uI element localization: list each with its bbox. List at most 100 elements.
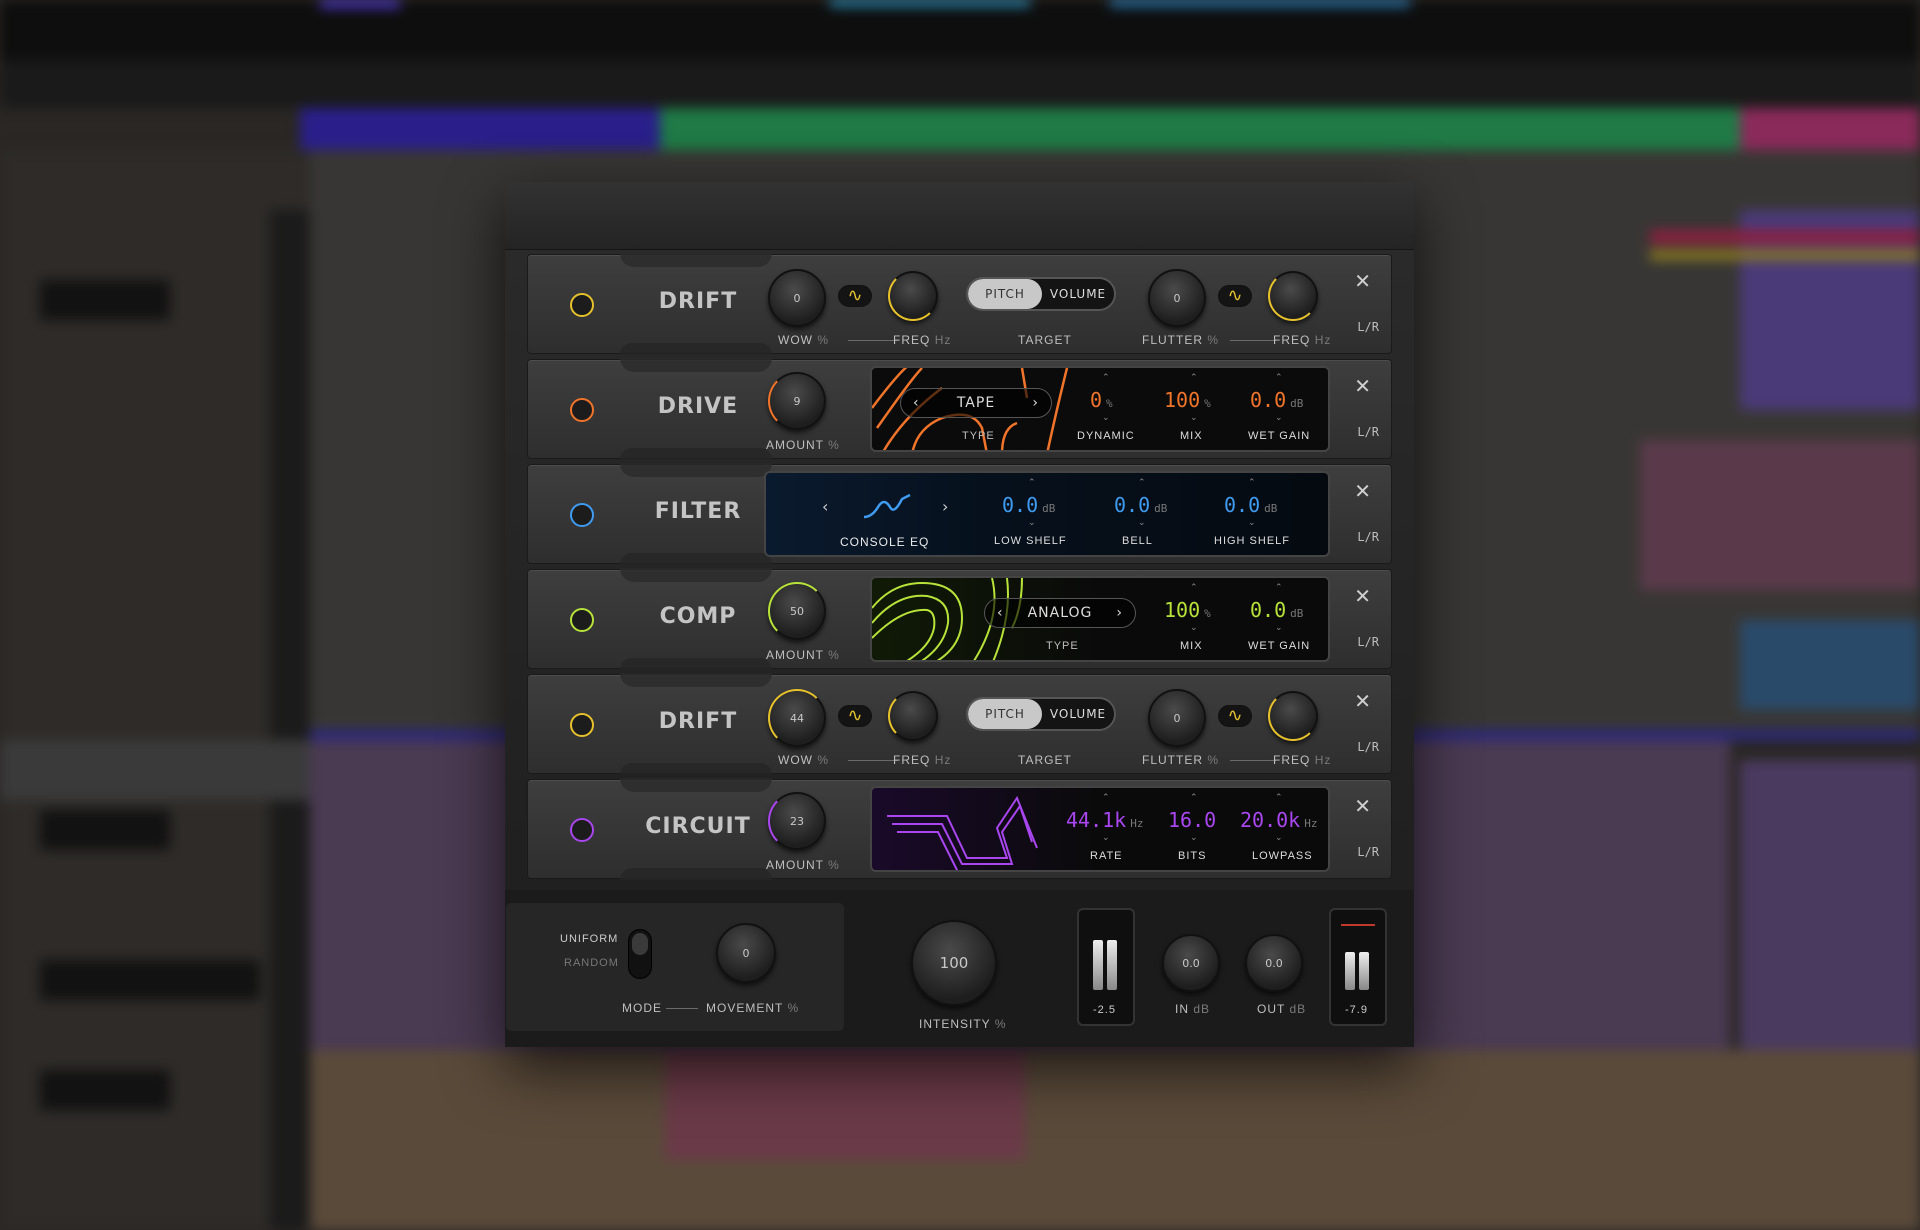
dynamic-value[interactable]: 0% bbox=[1090, 388, 1113, 412]
chevron-left-icon[interactable]: ‹ bbox=[822, 497, 828, 516]
mode-label: MODE bbox=[622, 1001, 662, 1015]
filter-type-label[interactable]: CONSOLE EQ bbox=[840, 535, 929, 549]
target-segmented-control[interactable]: PITCH VOLUME bbox=[966, 277, 1116, 311]
power-button[interactable] bbox=[570, 818, 594, 842]
module-drift-1: DRIFT 0 ∿ WOW % FREQ Hz PITCH VOLUME TAR… bbox=[527, 253, 1392, 355]
input-gain-knob[interactable]: 0.0 bbox=[1162, 934, 1220, 992]
amount-knob[interactable]: 9 bbox=[768, 372, 826, 430]
chevron-left-icon[interactable]: ‹ bbox=[997, 605, 1004, 621]
mode-uniform-option[interactable]: UNIFORM bbox=[560, 933, 618, 945]
close-icon[interactable]: ✕ bbox=[1354, 689, 1371, 713]
amount-value: 50 bbox=[790, 604, 804, 618]
freq-knob[interactable] bbox=[888, 691, 938, 741]
module-name: CIRCUIT bbox=[645, 814, 751, 839]
target-label: TARGET bbox=[1018, 753, 1072, 767]
plugin-window: DRIFT 0 ∿ WOW % FREQ Hz PITCH VOLUME TAR… bbox=[505, 182, 1414, 1047]
power-button[interactable] bbox=[570, 503, 594, 527]
module-drive: DRIVE 9 AMOUNT % ‹ TAPE › TYPE ⌃ 0% ⌄ DYNA… bbox=[527, 358, 1392, 460]
chevron-right-icon[interactable]: › bbox=[1032, 395, 1039, 411]
power-button[interactable] bbox=[570, 398, 594, 422]
mode-random-option[interactable]: RANDOM bbox=[564, 957, 619, 969]
close-icon[interactable]: ✕ bbox=[1354, 794, 1371, 818]
low-shelf-value[interactable]: 0.0 dB bbox=[1002, 493, 1055, 517]
channel-button[interactable]: L/R bbox=[1357, 530, 1379, 544]
plugin-header bbox=[505, 182, 1414, 250]
intensity-knob[interactable]: 100 bbox=[911, 920, 997, 1006]
mix-label: MIX bbox=[1180, 640, 1203, 652]
drive-display: ‹ TAPE › TYPE ⌃ 0% ⌄ DYNAMIC ⌃ 100% ⌄ MIX … bbox=[870, 366, 1330, 452]
chevron-right-icon[interactable]: › bbox=[942, 497, 948, 516]
type-selector[interactable]: ‹ ANALOG › bbox=[984, 598, 1136, 628]
sine-wave-icon[interactable]: ∿ bbox=[1218, 285, 1252, 307]
freq-knob[interactable] bbox=[1268, 271, 1318, 321]
bits-label: BITS bbox=[1178, 850, 1207, 862]
output-meter: -7.9 bbox=[1329, 908, 1387, 1026]
type-selector[interactable]: ‹ TAPE › bbox=[900, 388, 1052, 418]
mode-toggle[interactable] bbox=[628, 929, 652, 979]
chevron-right-icon[interactable]: › bbox=[1116, 605, 1123, 621]
sine-wave-icon[interactable]: ∿ bbox=[838, 705, 872, 727]
wet-gain-label: WET GAIN bbox=[1248, 430, 1311, 442]
flutter-knob[interactable]: 0 bbox=[1148, 689, 1206, 747]
amount-knob[interactable]: 50 bbox=[768, 582, 826, 640]
power-button[interactable] bbox=[570, 293, 594, 317]
freq-label: FREQ Hz bbox=[1273, 753, 1332, 767]
movement-knob[interactable]: 0 bbox=[716, 923, 776, 983]
module-name: DRIFT bbox=[658, 709, 738, 734]
target-volume-option[interactable]: VOLUME bbox=[1042, 279, 1114, 309]
flutter-label: FLUTTER % bbox=[1142, 753, 1220, 767]
freq-knob[interactable] bbox=[1268, 691, 1318, 741]
output-gain-knob[interactable]: 0.0 bbox=[1245, 934, 1303, 992]
mix-value[interactable]: 100% bbox=[1164, 598, 1211, 622]
movement-label: MOVEMENT % bbox=[706, 1001, 800, 1015]
rate-value[interactable]: 44.1k Hz bbox=[1066, 808, 1143, 832]
target-label: TARGET bbox=[1018, 333, 1072, 347]
intensity-label: INTENSITY % bbox=[919, 1017, 1007, 1031]
target-pitch-option[interactable]: PITCH bbox=[968, 279, 1042, 309]
channel-button[interactable]: L/R bbox=[1357, 425, 1379, 439]
bits-value[interactable]: 16.0 bbox=[1168, 808, 1216, 832]
sine-wave-icon[interactable]: ∿ bbox=[838, 285, 872, 307]
chevron-left-icon[interactable]: ‹ bbox=[913, 395, 920, 411]
channel-button[interactable]: L/R bbox=[1357, 740, 1379, 754]
power-button[interactable] bbox=[570, 713, 594, 737]
freq-knob[interactable] bbox=[888, 271, 938, 321]
close-icon[interactable]: ✕ bbox=[1354, 479, 1371, 503]
dynamic-label: DYNAMIC bbox=[1077, 430, 1135, 442]
type-value: ANALOG bbox=[1027, 605, 1093, 621]
filter-display: ‹ › CONSOLE EQ ⌃ 0.0 dB ⌄ LOW SHELF ⌃ 0.0… bbox=[764, 471, 1330, 557]
module-name: DRIFT bbox=[658, 289, 738, 314]
wow-knob[interactable]: 0 bbox=[768, 269, 826, 327]
target-segmented-control[interactable]: PITCH VOLUME bbox=[966, 697, 1116, 731]
flutter-value: 0 bbox=[1173, 291, 1181, 305]
module-drift-2: DRIFT 44 ∿ WOW % FREQ Hz PITCH VOLUME TA… bbox=[527, 673, 1392, 775]
amount-label: AMOUNT % bbox=[766, 858, 840, 872]
wet-gain-label: WET GAIN bbox=[1248, 640, 1311, 652]
amount-value: 23 bbox=[790, 814, 804, 828]
close-icon[interactable]: ✕ bbox=[1354, 584, 1371, 608]
bell-value[interactable]: 0.0 dB bbox=[1114, 493, 1167, 517]
sine-wave-icon[interactable]: ∿ bbox=[1218, 705, 1252, 727]
channel-button[interactable]: L/R bbox=[1357, 320, 1379, 334]
lowpass-value[interactable]: 20.0k Hz bbox=[1240, 808, 1317, 832]
amount-label: AMOUNT % bbox=[766, 648, 840, 662]
wow-knob[interactable]: 44 bbox=[768, 689, 826, 747]
rate-label: RATE bbox=[1090, 850, 1123, 862]
close-icon[interactable]: ✕ bbox=[1354, 374, 1371, 398]
module-filter: FILTER ‹ › CONSOLE EQ ⌃ 0.0 dB ⌄ LOW SHEL… bbox=[527, 463, 1392, 565]
target-pitch-option[interactable]: PITCH bbox=[968, 699, 1042, 729]
wet-gain-value[interactable]: 0.0 dB bbox=[1250, 598, 1303, 622]
module-comp: COMP 50 AMOUNT % ‹ ANALOG › TYPE ⌃ 100% ⌄ … bbox=[527, 568, 1392, 670]
module-circuit: CIRCUIT 23 AMOUNT % ⌃ 44.1k Hz ⌄ RATE ⌃ 1… bbox=[527, 778, 1392, 880]
target-volume-option[interactable]: VOLUME bbox=[1042, 699, 1114, 729]
mix-value[interactable]: 100% bbox=[1164, 388, 1211, 412]
close-icon[interactable]: ✕ bbox=[1354, 269, 1371, 293]
channel-button[interactable]: L/R bbox=[1357, 635, 1379, 649]
high-shelf-value[interactable]: 0.0 dB bbox=[1224, 493, 1277, 517]
power-button[interactable] bbox=[570, 608, 594, 632]
wet-gain-value[interactable]: 0.0 dB bbox=[1250, 388, 1303, 412]
amount-knob[interactable]: 23 bbox=[768, 792, 826, 850]
channel-button[interactable]: L/R bbox=[1357, 845, 1379, 859]
flutter-knob[interactable]: 0 bbox=[1148, 269, 1206, 327]
mix-label: MIX bbox=[1180, 430, 1203, 442]
